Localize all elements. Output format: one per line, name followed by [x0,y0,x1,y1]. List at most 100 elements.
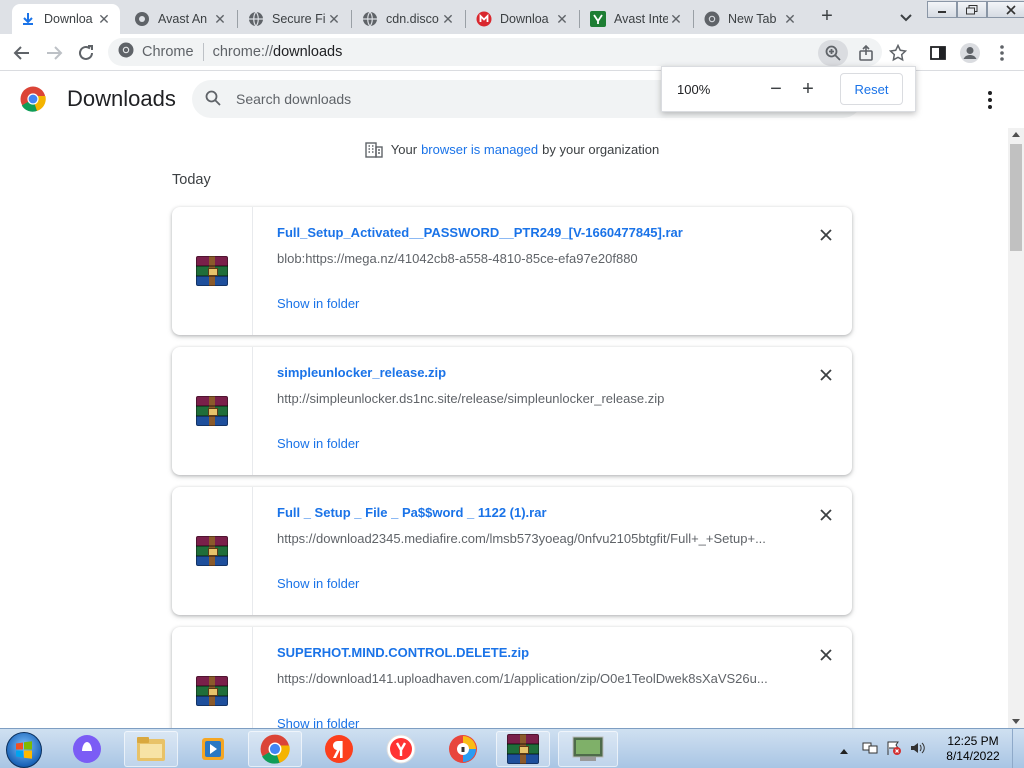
show-in-folder-link[interactable]: Show in folder [277,436,359,451]
download-source-url[interactable]: https://download2345.mediafire.com/lmsb5… [277,531,787,546]
alice-assistant-icon[interactable] [60,731,114,767]
remove-download-icon[interactable] [816,365,836,385]
remove-download-icon[interactable] [816,505,836,525]
start-button[interactable] [6,732,42,768]
bookmark-star-icon[interactable] [886,41,910,65]
zoom-level: 100% [677,81,711,97]
address-bar[interactable]: Chrome chrome://downloads [108,38,882,66]
scroll-up-arrow-icon[interactable] [1012,132,1020,137]
tab-mega-download[interactable]: Downloa ✕ [468,4,578,34]
show-in-folder-link[interactable]: Show in folder [277,716,359,728]
restore-button[interactable] [957,1,987,18]
tab-title: Secure Fi [272,12,326,26]
profile-avatar-icon[interactable] [958,41,982,65]
download-item: Full_Setup_Activated__PASSWORD__PTR249_[… [172,207,852,335]
file-explorer-icon[interactable] [124,731,178,767]
tab-search-chevron-icon[interactable] [896,7,916,27]
tab-title: New Tab [728,12,777,26]
zoom-reset-button[interactable]: Reset [840,73,903,105]
tab-title: Avast Inte [614,12,668,26]
show-in-folder-link[interactable]: Show in folder [277,296,359,311]
tab-avast[interactable]: Avast An ✕ [126,4,236,34]
tab-downloads[interactable]: Downloa ✕ [12,4,120,34]
managed-notice: Your browser is managed by your organiza… [0,140,1008,158]
show-in-folder-link[interactable]: Show in folder [277,576,359,591]
building-icon [365,140,383,158]
winrar-archive-icon [196,396,228,426]
windows-taskbar: 12:25 PM 8/14/2022 [0,728,1024,768]
side-panel-icon[interactable] [926,41,950,65]
back-button[interactable] [10,41,34,65]
downloads-list-area: Your browser is managed by your organiza… [0,128,1008,728]
download-source-url[interactable]: http://simpleunlocker.ds1nc.site/release… [277,391,787,406]
tab-cdn-discord[interactable]: cdn.disco ✕ [354,4,464,34]
browser-managed-link[interactable]: browser is managed [421,142,538,157]
remove-download-icon[interactable] [816,225,836,245]
download-item: SUPERHOT.MIND.CONTROL.DELETE.zip https:/… [172,627,852,728]
page-title: Downloads [67,86,176,111]
zoom-in-button[interactable]: + [794,75,822,103]
url-text: chrome://downloads [212,44,343,60]
winrar-archive-icon [196,676,228,706]
winrar-archive-icon [196,256,228,286]
show-desktop-button[interactable] [1012,729,1024,768]
download-filename-link[interactable]: SUPERHOT.MIND.CONTROL.DELETE.zip [277,645,529,660]
system-tray [840,729,926,768]
tab-title: Downloa [44,12,93,26]
download-icon [20,11,36,27]
media-player-icon[interactable] [186,731,240,767]
download-item: Full _ Setup _ File _ Pa$$word _ 1122 (1… [172,487,852,615]
minimize-button[interactable] [927,1,957,18]
vpn-shield-icon[interactable] [436,731,490,767]
close-tab-icon[interactable]: ✕ [782,11,798,27]
yandex-icon[interactable] [312,731,366,767]
download-filename-link[interactable]: Full _ Setup _ File _ Pa$$word _ 1122 (1… [277,505,547,520]
zoom-out-button[interactable]: − [762,75,790,103]
close-window-button[interactable] [987,1,1024,18]
volume-icon[interactable] [910,740,926,759]
page-scrollbar[interactable] [1008,128,1024,728]
close-tab-icon[interactable]: ✕ [96,11,112,27]
download-source-url[interactable]: blob:https://mega.nz/41042cb8-a558-4810-… [277,251,787,266]
tab-secure-file[interactable]: Secure Fi ✕ [240,4,350,34]
zoom-bubble: 100% − + Reset [661,66,916,112]
download-source-url[interactable]: https://download141.uploadhaven.com/1/ap… [277,671,787,686]
globe-icon [362,11,378,27]
chrome-taskbar-icon[interactable] [248,731,302,767]
show-hidden-icons-arrow-icon[interactable] [840,742,848,757]
window-controls [927,1,1024,18]
reload-button[interactable] [74,41,98,65]
close-tab-icon[interactable]: ✕ [668,11,684,27]
network-icon[interactable] [862,740,878,759]
forward-button[interactable] [42,41,66,65]
remove-download-icon[interactable] [816,645,836,665]
action-center-flag-icon[interactable] [886,740,902,759]
new-tab-button[interactable]: + [816,6,838,28]
download-filename-link[interactable]: Full_Setup_Activated__PASSWORD__PTR249_[… [277,225,683,240]
mega-icon [476,11,492,27]
download-filename-link[interactable]: simpleunlocker_release.zip [277,365,446,380]
tab-strip: Downloa ✕ Avast An ✕ Secure Fi ✕ cdn.dis… [0,0,1024,34]
yandex-browser-icon[interactable] [374,731,428,767]
scrollbar-thumb[interactable] [1010,144,1022,251]
close-tab-icon[interactable]: ✕ [212,11,228,27]
close-tab-icon[interactable]: ✕ [326,11,342,27]
program-window-icon[interactable] [558,731,618,767]
scroll-down-arrow-icon[interactable] [1012,719,1020,724]
zoom-magnifier-icon[interactable] [818,40,848,66]
managed-suffix: by your organization [542,141,660,157]
tab-title: Avast An [158,12,208,26]
avast-green-icon [590,11,606,27]
tab-avast-internet[interactable]: Avast Inte ✕ [582,4,692,34]
close-tab-icon[interactable]: ✕ [554,11,570,27]
chrome-page-icon [118,42,134,62]
date-heading: Today [172,172,211,188]
clock-time: 12:25 PM [947,734,999,748]
winrar-taskbar-icon[interactable] [496,731,550,767]
downloads-menu-icon[interactable] [980,88,1000,112]
browser-menu-icon[interactable] [990,41,1014,65]
taskbar-clock[interactable]: 12:25 PM 8/14/2022 [940,734,1006,764]
tab-new-tab[interactable]: New Tab ✕ [696,4,806,34]
close-tab-icon[interactable]: ✕ [440,11,456,27]
share-icon[interactable] [854,41,878,65]
